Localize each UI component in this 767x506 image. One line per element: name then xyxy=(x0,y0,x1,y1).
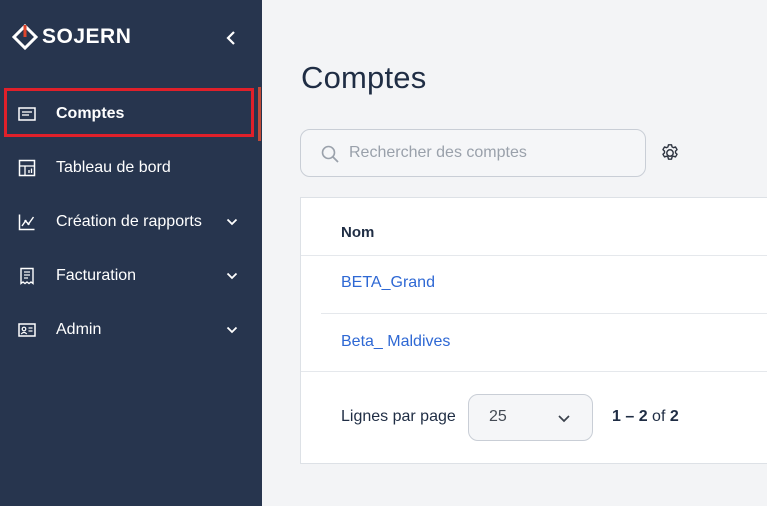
chevron-left-icon xyxy=(226,31,235,45)
chevron-down-icon xyxy=(557,411,571,425)
sidebar-item-label: Tableau de bord xyxy=(56,159,171,176)
table-row-link[interactable]: Beta_ Maldives xyxy=(341,333,450,351)
column-header-nom: Nom xyxy=(341,224,375,241)
sidebar-item-label: Comptes xyxy=(56,105,125,122)
sidebar: SOJERN Comptes Tableau de bord Création … xyxy=(0,0,262,506)
chart-line-icon xyxy=(17,212,37,232)
search-box xyxy=(300,129,646,177)
active-item-indicator xyxy=(258,87,261,141)
search-input[interactable] xyxy=(349,130,639,176)
dashboard-icon xyxy=(17,158,37,178)
sidebar-item-label: Admin xyxy=(56,321,102,338)
chevron-down-icon xyxy=(224,214,240,230)
chevron-down-icon xyxy=(224,322,240,338)
brand-logo: SOJERN xyxy=(11,22,132,52)
chevron-down-icon xyxy=(224,268,240,284)
main-content: Comptes Nom BETA_Grand Beta_ Maldives Li… xyxy=(262,0,767,506)
accounts-table: Nom BETA_Grand Beta_ Maldives Lignes par… xyxy=(300,197,767,464)
divider xyxy=(301,371,767,372)
rows-per-page-label: Lignes par page xyxy=(341,408,456,425)
settings-button[interactable] xyxy=(659,142,681,164)
divider xyxy=(301,255,767,256)
sidebar-item-tableau-de-bord[interactable]: Tableau de bord xyxy=(0,141,262,195)
rows-per-page-select[interactable]: 25 xyxy=(468,394,593,441)
sojern-logo-icon xyxy=(11,23,39,51)
rows-per-page-value: 25 xyxy=(489,408,507,425)
brand-name: SOJERN xyxy=(42,25,132,48)
divider xyxy=(321,313,767,314)
id-card-icon xyxy=(17,320,37,340)
page-title: Comptes xyxy=(301,60,427,95)
table-row-link[interactable]: BETA_Grand xyxy=(341,274,435,292)
sidebar-item-creation-de-rapports[interactable]: Création de rapports xyxy=(0,195,262,249)
receipt-icon xyxy=(17,266,37,286)
sidebar-item-facturation[interactable]: Facturation xyxy=(0,249,262,303)
sidebar-item-label: Facturation xyxy=(56,267,137,284)
sidebar-item-admin[interactable]: Admin xyxy=(0,303,262,357)
collapse-sidebar-button[interactable] xyxy=(220,26,242,50)
gear-icon xyxy=(662,144,678,160)
sidebar-item-label: Création de rapports xyxy=(56,213,202,230)
pagination-range: 1 – 2 of 2 xyxy=(612,408,679,425)
list-card-icon xyxy=(17,104,37,124)
sidebar-item-comptes[interactable]: Comptes xyxy=(0,87,262,141)
search-icon xyxy=(320,144,340,164)
